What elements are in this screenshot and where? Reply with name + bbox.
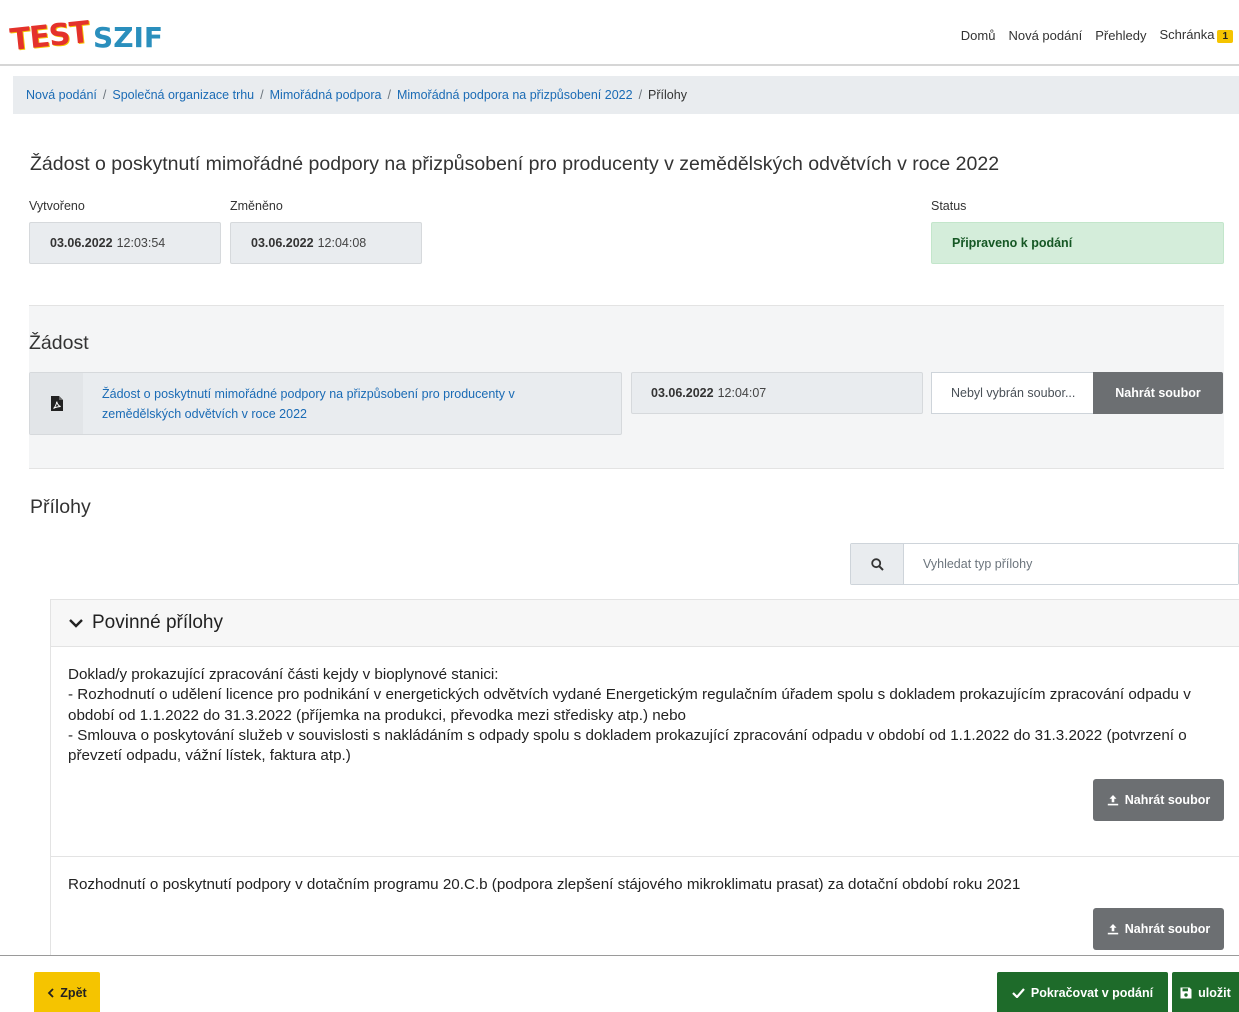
attachment-search-input[interactable] <box>904 544 1238 584</box>
breadcrumb-link-adaptation-2022[interactable]: Mimořádná podpora na přizpůsobení 2022 <box>397 88 633 102</box>
attachment-item: Doklad/y prokazující zpracování části ke… <box>68 665 1218 766</box>
chevron-left-icon <box>48 988 54 998</box>
mandatory-attachments-title: Povinné přílohy <box>92 612 223 633</box>
breadcrumb-link-new-submissions[interactable]: Nová podání <box>26 88 97 102</box>
check-icon <box>1012 988 1025 998</box>
mandatory-attachments-header[interactable]: Povinné přílohy <box>51 600 1239 647</box>
save-button[interactable]: uložit <box>1172 972 1239 1012</box>
pdf-file-icon <box>30 373 83 434</box>
szif-logo[interactable]: TEST SZIF <box>8 14 164 58</box>
breadcrumb-separator: / <box>260 88 264 102</box>
nav-inbox-label: Schránka <box>1159 27 1215 42</box>
continue-button-label: Pokračovat v podání <box>1030 986 1154 1000</box>
attachments-title: Přílohy <box>30 496 91 518</box>
back-button-label: Zpět <box>60 986 87 1000</box>
bottom-action-bar: Zpět Pokračovat v podání uložit <box>0 955 1239 1012</box>
top-header: TEST SZIF Domů Nová podání Přehledy Schr… <box>0 0 1239 66</box>
logo-szif-text: SZIF <box>93 21 164 54</box>
page-title: Žádost o poskytnutí mimořádné podpory na… <box>30 153 1000 175</box>
breadcrumb-current: Přílohy <box>648 88 687 102</box>
breadcrumb-separator: / <box>102 88 107 102</box>
breadcrumb-link-market-organization[interactable]: Společná organizace trhu <box>112 88 254 102</box>
inbox-count-badge: 1 <box>1217 30 1233 43</box>
top-navigation: Domů Nová podání Přehledy Schránka 1 <box>961 27 1233 43</box>
file-chooser-field[interactable]: Nebyl vybrán soubor... <box>931 372 1093 414</box>
save-button-label: uložit <box>1198 986 1231 1000</box>
changed-label: Změněno <box>230 199 283 213</box>
attachment-search <box>850 543 1239 585</box>
changed-time: 12:04:08 <box>317 236 367 250</box>
attachment-divider <box>51 856 1239 857</box>
application-section-title: Žádost <box>29 332 89 354</box>
application-document-link[interactable]: Žádost o poskytnutí mimořádné podpory na… <box>83 373 621 434</box>
chevron-down-icon <box>69 619 83 628</box>
search-icon <box>851 544 904 584</box>
created-label: Vytvořeno <box>29 199 85 213</box>
created-date: 03.06.2022 <box>50 236 113 250</box>
breadcrumb-separator: / <box>638 88 643 102</box>
upload-icon <box>1107 795 1118 806</box>
breadcrumb: Nová podání / Společná organizace trhu /… <box>13 76 1239 114</box>
application-doc-date: 03.06.2022 <box>651 386 714 400</box>
nav-overviews[interactable]: Přehledy <box>1095 28 1146 43</box>
application-document-card: Žádost o poskytnutí mimořádné podpory na… <box>29 372 622 435</box>
continue-submission-button[interactable]: Pokračovat v podání <box>997 972 1168 1012</box>
application-document-date: 03.06.2022 12:04:07 <box>631 372 923 414</box>
upload-icon <box>1107 924 1118 935</box>
back-button[interactable]: Zpět <box>34 972 100 1012</box>
created-time: 12:03:54 <box>116 236 166 250</box>
breadcrumb-separator: / <box>387 88 391 102</box>
logo-test-text: TEST <box>8 14 91 59</box>
created-value: 03.06.2022 12:03:54 <box>29 222 221 264</box>
nav-home[interactable]: Domů <box>961 28 996 43</box>
upload-button-label: Nahrát soubor <box>1124 793 1211 807</box>
status-badge: Připraveno k podání <box>931 222 1224 264</box>
nav-new-submissions[interactable]: Nová podání <box>1008 28 1082 43</box>
status-label: Status <box>931 199 967 213</box>
changed-date: 03.06.2022 <box>251 236 314 250</box>
attachment-upload-button[interactable]: Nahrát soubor <box>1093 779 1224 821</box>
application-section: Žádost Žádost o poskytnutí mimořádné pod… <box>29 305 1224 469</box>
mandatory-attachments-panel: Povinné přílohy Doklad/y prokazující zpr… <box>50 599 1239 959</box>
application-doc-time: 12:04:07 <box>717 386 767 400</box>
breadcrumb-link-extraordinary-support[interactable]: Mimořádná podpora <box>270 88 382 102</box>
upload-file-button[interactable]: Nahrát soubor <box>1093 372 1223 414</box>
attachment-item-line: - Rozhodnutí o udělení licence pro podni… <box>68 686 1191 724</box>
nav-inbox[interactable]: Schránka 1 <box>1160 27 1233 43</box>
changed-value: 03.06.2022 12:04:08 <box>230 222 422 264</box>
attachment-upload-button[interactable]: Nahrát soubor <box>1093 908 1224 950</box>
upload-button-label: Nahrát soubor <box>1124 922 1211 936</box>
attachment-item: Rozhodnutí o poskytnutí podpory v dotačn… <box>68 876 1021 893</box>
attachment-item-line: - Smlouva o poskytování služeb v souvisl… <box>68 726 1187 765</box>
save-disk-icon <box>1180 987 1192 999</box>
attachment-item-line: Doklad/y prokazující zpracování části ke… <box>68 666 499 683</box>
